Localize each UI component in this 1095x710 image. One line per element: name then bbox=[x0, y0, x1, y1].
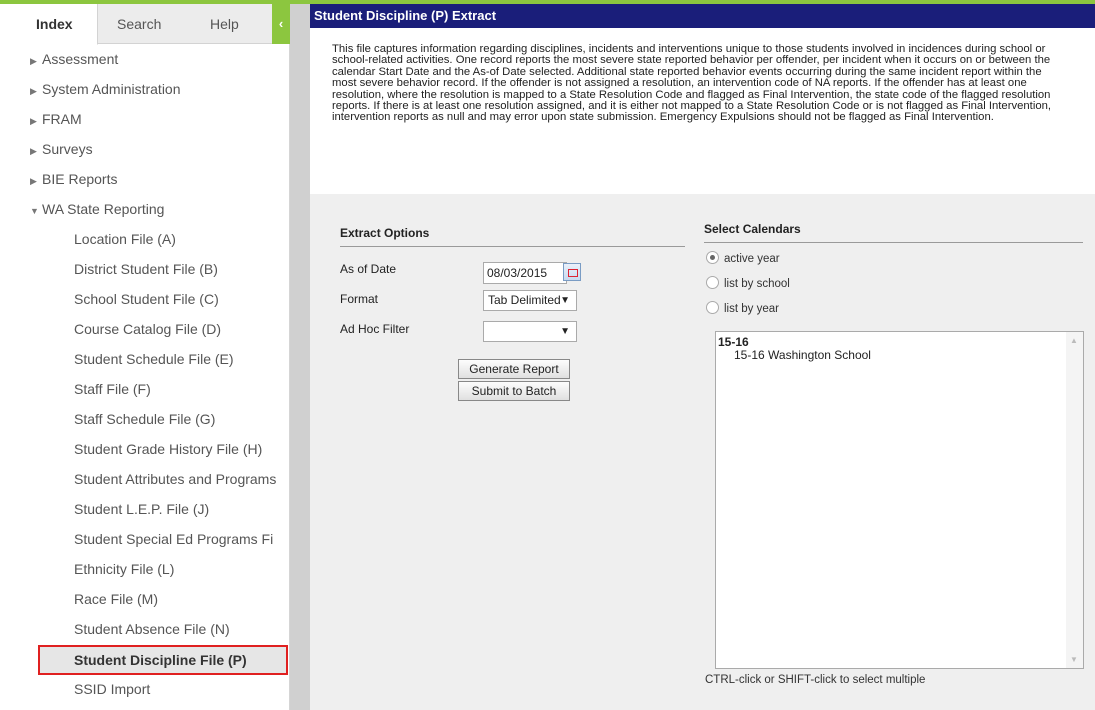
multi-select-hint: CTRL-click or SHIFT-click to select mult… bbox=[705, 674, 926, 686]
triangle-right-icon: ▶ bbox=[30, 56, 37, 66]
calendar-option[interactable]: 15-16 Washington School bbox=[734, 348, 871, 362]
tree-item-system-administration[interactable]: ▶ System Administration bbox=[0, 74, 290, 104]
triangle-down-icon: ▼ bbox=[30, 206, 39, 216]
tree-item-fram[interactable]: ▶ FRAM bbox=[0, 104, 290, 134]
main-panel: Student Discipline (P) Extract This file… bbox=[310, 4, 1095, 710]
ad-hoc-filter-select[interactable]: ▼ bbox=[483, 321, 577, 342]
tree-item-student-grade-history-file[interactable]: Student Grade History File (H) bbox=[0, 434, 290, 464]
radio-list-by-school[interactable]: list by school bbox=[706, 276, 790, 290]
triangle-right-icon: ▶ bbox=[30, 86, 37, 96]
tree-item-staff-schedule-file[interactable]: Staff Schedule File (G) bbox=[0, 404, 290, 434]
extract-options-heading: Extract Options bbox=[340, 226, 685, 247]
select-calendars-heading: Select Calendars bbox=[704, 222, 1083, 243]
extract-description: This file captures information regarding… bbox=[310, 28, 1095, 194]
format-select[interactable]: Tab Delimited ▼ bbox=[483, 290, 577, 311]
dropdown-arrow-icon: ▼ bbox=[560, 326, 570, 337]
tab-help[interactable]: Help bbox=[210, 4, 239, 44]
chevron-left-icon: ‹ bbox=[278, 16, 284, 31]
scroll-up-icon[interactable]: ▲ bbox=[1070, 336, 1078, 345]
dropdown-arrow-icon: ▼ bbox=[560, 295, 570, 306]
calendar-icon[interactable] bbox=[563, 263, 581, 281]
tab-index[interactable]: Index bbox=[0, 4, 98, 45]
radio-list-by-year[interactable]: list by year bbox=[706, 301, 779, 315]
panel-splitter[interactable] bbox=[290, 4, 310, 710]
triangle-right-icon: ▶ bbox=[30, 176, 37, 186]
tree-item-assessment[interactable]: ▶ Assessment bbox=[0, 44, 290, 74]
tree-item-location-file[interactable]: Location File (A) bbox=[0, 224, 290, 254]
scroll-down-icon[interactable]: ▼ bbox=[1070, 655, 1078, 664]
page-title: Student Discipline (P) Extract bbox=[310, 4, 1095, 28]
radio-unchecked-icon bbox=[706, 301, 719, 314]
tab-search[interactable]: Search bbox=[117, 4, 161, 44]
generate-report-button[interactable]: Generate Report bbox=[458, 359, 570, 379]
left-navigation: Index Search Help ‹ ▶ Assessment ▶ System … bbox=[0, 4, 290, 710]
ad-hoc-filter-label: Ad Hoc Filter bbox=[340, 322, 410, 336]
radio-unchecked-icon bbox=[706, 276, 719, 289]
format-label: Format bbox=[340, 292, 379, 306]
tree-item-bie-reports[interactable]: ▶ BIE Reports bbox=[0, 164, 290, 194]
radio-active-year[interactable]: active year bbox=[706, 251, 780, 265]
collapse-nav-button[interactable]: ‹ bbox=[272, 4, 290, 44]
triangle-right-icon: ▶ bbox=[30, 146, 37, 156]
tree-item-wa-state-reporting[interactable]: ▼ WA State Reporting bbox=[0, 194, 290, 224]
tree-item-district-student-file[interactable]: District Student File (B) bbox=[0, 254, 290, 284]
radio-checked-icon bbox=[706, 251, 719, 264]
nav-tabs: Index Search Help ‹ bbox=[0, 4, 290, 45]
tree-item-surveys[interactable]: ▶ Surveys bbox=[0, 134, 290, 164]
tree-item-ethnicity-file[interactable]: Ethnicity File (L) bbox=[0, 554, 290, 584]
calendar-group-label: 15-16 bbox=[718, 335, 749, 349]
tree-item-student-attributes-programs[interactable]: Student Attributes and Programs bbox=[0, 464, 290, 494]
triangle-right-icon: ▶ bbox=[30, 116, 37, 126]
tree-item-school-student-file[interactable]: School Student File (C) bbox=[0, 284, 290, 314]
submit-to-batch-button[interactable]: Submit to Batch bbox=[458, 381, 570, 401]
listbox-scrollbar[interactable]: ▲ ▼ bbox=[1066, 332, 1083, 668]
tree-item-course-catalog-file[interactable]: Course Catalog File (D) bbox=[0, 314, 290, 344]
tree-item-student-schedule-file[interactable]: Student Schedule File (E) bbox=[0, 344, 290, 374]
tree-item-race-file[interactable]: Race File (M) bbox=[0, 584, 290, 614]
tree-item-student-lep-file[interactable]: Student L.E.P. File (J) bbox=[0, 494, 290, 524]
tree-item-staff-file[interactable]: Staff File (F) bbox=[0, 374, 290, 404]
calendar-listbox[interactable]: 15-16 15-16 Washington School ▲ ▼ bbox=[715, 331, 1084, 669]
tree-item-student-discipline-file[interactable]: Student Discipline File (P) bbox=[38, 645, 288, 675]
as-of-date-label: As of Date bbox=[340, 262, 397, 276]
format-select-value: Tab Delimited bbox=[488, 293, 561, 307]
tree-item-student-special-ed-programs[interactable]: Student Special Ed Programs Fi bbox=[0, 524, 290, 554]
tree-item-ssid-import[interactable]: SSID Import bbox=[0, 674, 290, 704]
tree-item-student-absence-file[interactable]: Student Absence File (N) bbox=[0, 614, 290, 644]
as-of-date-input[interactable]: 08/03/2015 bbox=[483, 262, 567, 284]
